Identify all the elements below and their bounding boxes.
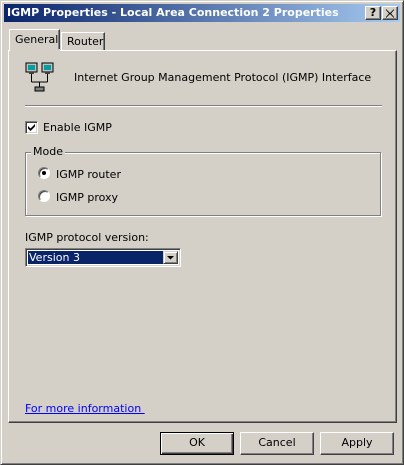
igmp-proxy-radio[interactable] bbox=[38, 190, 50, 202]
chevron-down-icon bbox=[167, 256, 174, 260]
panel-content: Internet Group Management Protocol (IGMP… bbox=[1, 1, 404, 465]
igmp-router-label[interactable]: IGMP router bbox=[56, 168, 121, 181]
more-information-link[interactable]: For more information bbox=[25, 402, 145, 415]
mode-group-label: Mode bbox=[31, 145, 65, 158]
igmp-properties-dialog: IGMP Properties - Local Area Connection … bbox=[0, 0, 404, 465]
interface-description: Internet Group Management Protocol (IGMP… bbox=[74, 71, 372, 84]
igmp-router-radio[interactable] bbox=[38, 167, 50, 179]
dropdown-button[interactable] bbox=[163, 251, 178, 264]
mode-groupbox bbox=[25, 152, 381, 216]
ok-button[interactable]: OK bbox=[160, 432, 234, 455]
version-selected-value: Version 3 bbox=[28, 251, 163, 264]
igmp-proxy-label[interactable]: IGMP proxy bbox=[56, 191, 118, 204]
separator bbox=[25, 105, 382, 107]
version-select[interactable]: Version 3 bbox=[25, 248, 181, 267]
radio-selected-dot bbox=[42, 171, 46, 175]
enable-igmp-label[interactable]: Enable IGMP bbox=[43, 121, 112, 134]
apply-button[interactable]: Apply bbox=[320, 432, 394, 455]
version-label: IGMP protocol version: bbox=[25, 231, 149, 244]
cancel-button[interactable]: Cancel bbox=[240, 432, 314, 455]
network-connection-icon bbox=[25, 62, 54, 92]
checkmark-icon bbox=[28, 124, 35, 131]
enable-igmp-checkbox[interactable] bbox=[25, 121, 38, 134]
